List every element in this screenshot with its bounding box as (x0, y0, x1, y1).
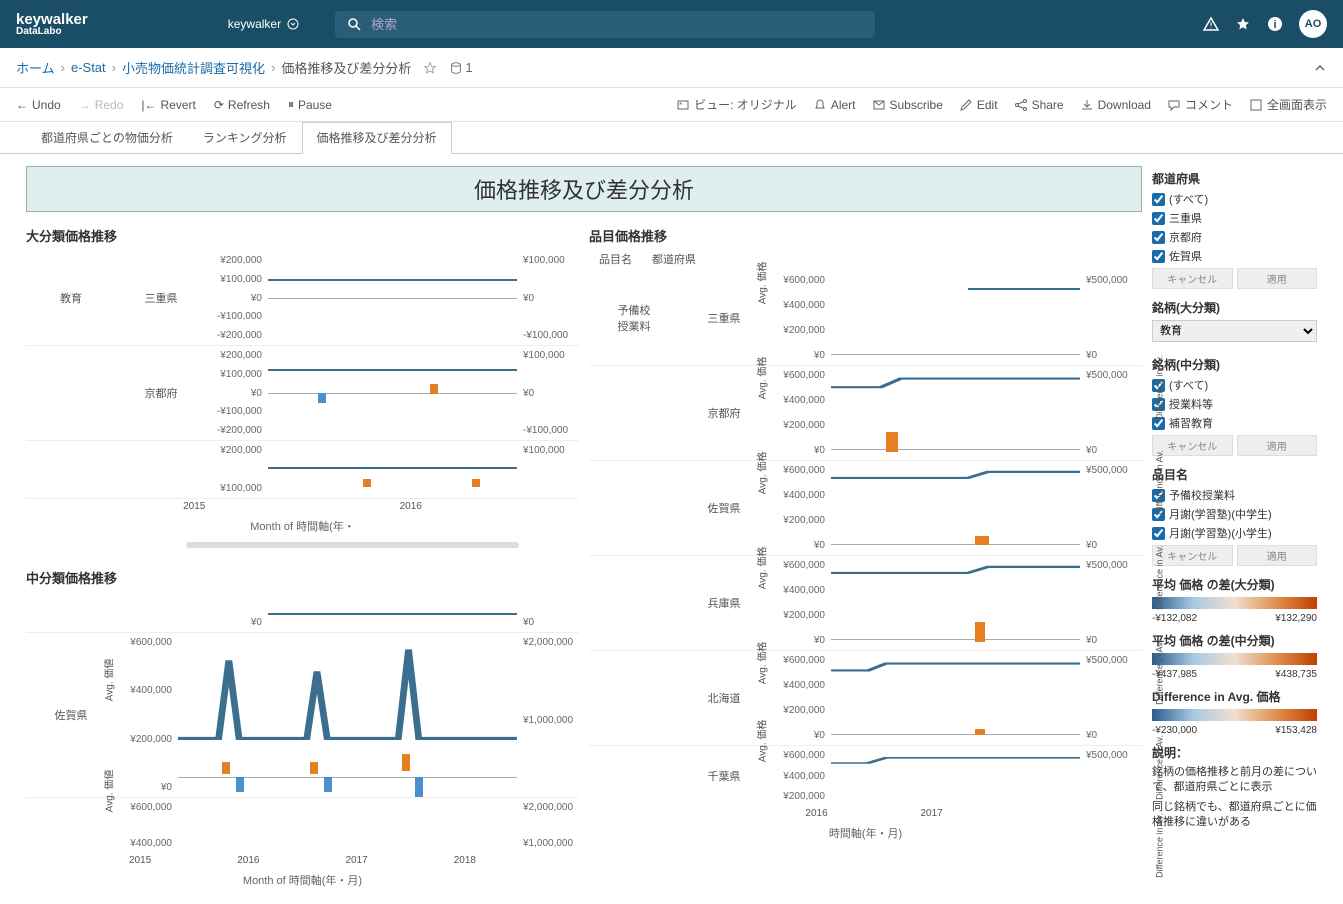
x-axis-label-3: 時間軸(年・月) (589, 821, 1142, 845)
edit-button[interactable]: Edit (959, 96, 998, 113)
gradient-legend-2 (1152, 653, 1317, 665)
chart-large-saga[interactable]: ¥200,000¥100,000 ¥100,000 (26, 441, 579, 499)
chart-item-hyogo[interactable]: 兵庫県 Avg. 価格 ¥600,000¥400,000¥200,000¥0 ¥… (589, 556, 1142, 651)
filter-item-1[interactable]: 予備校授業料 (1152, 487, 1317, 503)
section-title-medium: 中分類価格推移 (26, 568, 579, 587)
apply-button[interactable]: 適用 (1237, 268, 1318, 289)
category-large-select[interactable]: 教育 (1152, 320, 1317, 342)
filter-pref-all[interactable]: (すべて) (1152, 191, 1317, 207)
section-title-large: 大分類価格推移 (26, 226, 579, 245)
filter-pref-kyoto[interactable]: 京都府 (1152, 229, 1317, 245)
datasource-icon[interactable]: 1 (449, 60, 472, 75)
filter-panel: 都道府県 (すべて) 三重県 京都府 佐賀県 キャンセル適用 銘柄(大分類) 教… (1152, 166, 1317, 892)
description-text-2: 同じ銘柄でも、都道府県ごとに価格推移に違いがある (1152, 800, 1317, 831)
collapse-icon[interactable] (1313, 61, 1327, 75)
filter-item-3[interactable]: 月謝(学習塾)(小学生) (1152, 525, 1317, 541)
chart-item-hokkaido[interactable]: 北海道 Avg. 価格 ¥600,000¥400,000¥200,000¥0 ¥… (589, 651, 1142, 746)
svg-text:*: * (679, 101, 682, 110)
action-toolbar: ← Undo → Redo |← Revert ⟳ Refresh ⏸ Paus… (0, 88, 1343, 122)
app-header: keywalker DataLabo keywalker i AO (0, 0, 1343, 48)
tab-pref-analysis[interactable]: 都道府県ごとの物価分析 (26, 122, 188, 153)
redo-button[interactable]: → Redo (79, 98, 124, 112)
x-axis-label-2: Month of 時間軸(年・月) (26, 868, 579, 892)
revert-button[interactable]: |← Revert (141, 98, 195, 112)
description-text-1: 銘柄の価格推移と前月の差について、都道府県ごとに表示 (1152, 765, 1317, 796)
star-icon[interactable] (1235, 16, 1251, 32)
workspace-selector[interactable]: keywalker (228, 17, 299, 31)
refresh-button[interactable]: ⟳ Refresh (214, 98, 270, 112)
download-button[interactable]: Download (1080, 96, 1151, 113)
tab-price-diff[interactable]: 価格推移及び差分分析 (302, 122, 452, 154)
search-box[interactable] (335, 11, 875, 38)
x-axis-label-1: Month of 時間軸(年・ (26, 514, 579, 538)
undo-button[interactable]: ← Undo (16, 98, 61, 112)
section-title-item: 品目価格推移 (589, 226, 1142, 245)
info-icon[interactable]: i (1267, 16, 1283, 32)
alert-triangle-icon[interactable] (1203, 16, 1219, 32)
view-button[interactable]: * ビュー: オリジナル (676, 96, 797, 113)
subscribe-button[interactable]: Subscribe (872, 96, 943, 113)
filter-item-2[interactable]: 月謝(学習塾)(中学生) (1152, 506, 1317, 522)
breadcrumb: ホーム › e-Stat › 小売物価統計調査可視化 › 価格推移及び差分分析 … (0, 48, 1343, 88)
breadcrumb-current: 価格推移及び差分分析 (281, 58, 411, 77)
pause-button[interactable]: ⏸ Pause (288, 97, 332, 112)
gradient-legend-3 (1152, 709, 1317, 721)
filter-catm-2[interactable]: 補習教育 (1152, 415, 1317, 431)
filter-catm-1[interactable]: 授業料等 (1152, 396, 1317, 412)
star-outline-icon[interactable] (423, 61, 437, 75)
sheet-tabs: 都道府県ごとの物価分析 ランキング分析 価格推移及び差分分析 (0, 122, 1343, 154)
filter-pref-saga[interactable]: 佐賀県 (1152, 248, 1317, 264)
breadcrumb-l2[interactable]: 小売物価統計調査可視化 (122, 58, 265, 77)
chart-medium-bottom[interactable]: Avg. 価値 ¥600,000¥400,000 ¥2,000,000¥1,00… (26, 798, 579, 853)
gradient-legend-1 (1152, 597, 1317, 609)
filter-catm-all[interactable]: (すべて) (1152, 377, 1317, 393)
chart-item-mie[interactable]: 予備校授業料 三重県 Avg. 価格 ¥600,000¥400,000¥200,… (589, 271, 1142, 366)
breadcrumb-l1[interactable]: e-Stat (71, 60, 106, 75)
apply-button-3[interactable]: 適用 (1237, 545, 1318, 566)
breadcrumb-home[interactable]: ホーム (16, 58, 55, 77)
cancel-button[interactable]: キャンセル (1152, 268, 1233, 289)
chart-item-kyoto[interactable]: 京都府 Avg. 価格 ¥600,000¥400,000¥200,000¥0 ¥… (589, 366, 1142, 461)
scroll-bar[interactable] (186, 542, 519, 548)
comment-button[interactable]: コメント (1167, 96, 1233, 113)
user-avatar[interactable]: AO (1299, 10, 1327, 38)
chart-item-chiba[interactable]: 千葉県 Avg. 価格 ¥600,000¥400,000¥200,000 ¥50… (589, 746, 1142, 806)
dashboard-title: 価格推移及び差分分析 (26, 166, 1142, 212)
svg-text:i: i (1273, 19, 1276, 31)
search-icon (347, 17, 361, 31)
chart-medium-top[interactable]: ¥0 ¥0 (26, 593, 579, 633)
tab-ranking[interactable]: ランキング分析 (188, 122, 302, 153)
apply-button-2[interactable]: 適用 (1237, 435, 1318, 456)
chevron-down-icon (287, 18, 299, 30)
chart-large-mie[interactable]: 教育 三重県 ¥200,000¥100,000¥0-¥100,000-¥200,… (26, 251, 579, 346)
search-input[interactable] (371, 17, 863, 32)
alert-button[interactable]: Alert (813, 96, 856, 113)
chart-item-saga[interactable]: 佐賀県 Avg. 価格 ¥600,000¥400,000¥200,000¥0 ¥… (589, 461, 1142, 556)
logo: keywalker DataLabo (16, 12, 88, 37)
chart-large-kyoto[interactable]: 京都府 ¥200,000¥100,000¥0-¥100,000-¥200,000… (26, 346, 579, 441)
fullscreen-button[interactable]: 全画面表示 (1249, 96, 1327, 113)
filter-pref-mie[interactable]: 三重県 (1152, 210, 1317, 226)
share-button[interactable]: Share (1014, 96, 1064, 113)
